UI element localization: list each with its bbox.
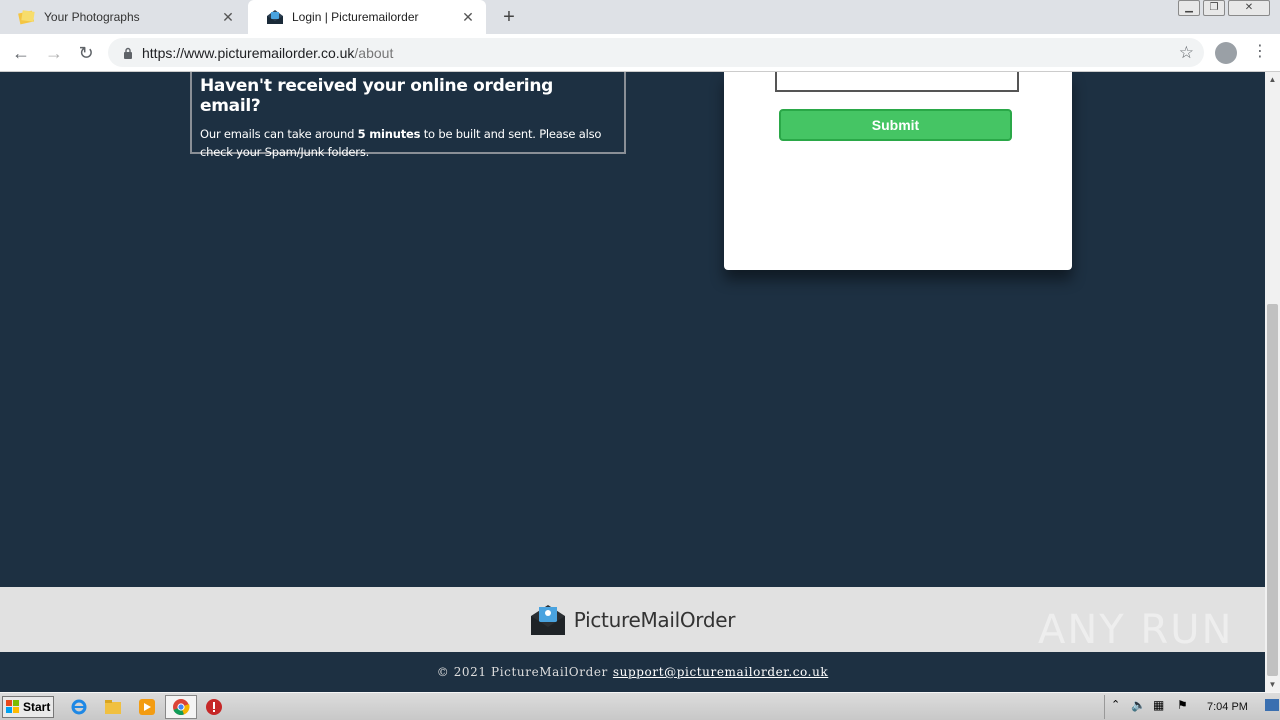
- bookmark-star-icon[interactable]: ☆: [1179, 43, 1194, 63]
- stop-sign-icon[interactable]: [205, 698, 223, 716]
- tab-title: Your Photographs: [44, 10, 140, 24]
- tab-title: Login | Picturemailorder: [292, 10, 419, 24]
- new-tab-button[interactable]: +: [498, 7, 520, 29]
- system-tray: ⌃ 🔈 ▦ ⚑: [1104, 695, 1280, 719]
- footer-copyright: © 2021 PictureMailOrder support@picturem…: [0, 652, 1265, 692]
- login-form-card: Submit: [724, 72, 1072, 270]
- volume-icon[interactable]: 🔈: [1131, 698, 1146, 712]
- url-path: /about: [354, 44, 394, 61]
- forward-arrow-icon[interactable]: →: [43, 42, 65, 64]
- url-host: https://www.picturemailorder.co.uk: [142, 44, 355, 61]
- copyright-text: © 2021 PictureMailOrder: [436, 665, 608, 679]
- photos-favicon-icon: [18, 10, 35, 25]
- address-bar[interactable]: https://www.picturemailorder.co.uk/about…: [108, 38, 1204, 67]
- network-icon[interactable]: ▦: [1153, 698, 1164, 712]
- picturemailorder-logo-icon: [530, 604, 565, 635]
- reload-icon[interactable]: ↻: [75, 42, 97, 64]
- close-tab-icon[interactable]: ✕: [460, 9, 476, 25]
- info-heading: Haven't received your online ordering em…: [200, 76, 554, 116]
- taskbar-chrome-button[interactable]: [165, 695, 197, 719]
- picturemailorder-favicon-icon: [267, 10, 283, 24]
- email-info-box: Haven't received your online ordering em…: [190, 72, 626, 159]
- anyrun-watermark: ANY RUN: [1038, 607, 1234, 653]
- lock-icon: [124, 47, 132, 59]
- internet-explorer-icon[interactable]: [70, 698, 88, 716]
- scroll-up-icon[interactable]: ▲: [1265, 72, 1280, 87]
- show-desktop-icon[interactable]: [1265, 699, 1279, 711]
- action-center-flag-icon[interactable]: ⚑: [1177, 698, 1188, 712]
- scrollbar-thumb[interactable]: [1267, 304, 1278, 676]
- brand-name: PictureMailOrder: [573, 607, 736, 632]
- submit-button[interactable]: Submit: [779, 109, 1012, 141]
- close-tab-icon[interactable]: ✕: [220, 9, 236, 25]
- media-player-icon[interactable]: [138, 698, 156, 716]
- file-explorer-icon[interactable]: [104, 698, 122, 716]
- scroll-down-icon[interactable]: ▼: [1265, 677, 1280, 692]
- profile-avatar-icon[interactable]: [1215, 42, 1237, 64]
- page-viewport: Haven't received your online ordering em…: [0, 72, 1265, 692]
- support-email-link[interactable]: support@picturemailorder.co.uk: [613, 665, 828, 679]
- chrome-icon: [173, 699, 190, 716]
- tray-expand-icon[interactable]: ⌃: [1111, 698, 1120, 711]
- tab-your-photographs[interactable]: Your Photographs ✕: [0, 0, 246, 34]
- minimize-icon[interactable]: ▁: [1178, 0, 1200, 16]
- windows-taskbar: Start ⌃ 🔈 ▦ ⚑ 7:04 PM: [0, 692, 1280, 720]
- back-arrow-icon[interactable]: ←: [10, 42, 32, 64]
- windows-flag-icon: [6, 700, 19, 713]
- restore-icon[interactable]: ❐: [1203, 0, 1225, 16]
- window-controls: ▁ ❐ ✕: [1175, 0, 1270, 16]
- tab-login-picturemailorder[interactable]: Login | Picturemailorder ✕: [248, 0, 486, 34]
- browser-menu-icon[interactable]: ⋮: [1252, 42, 1268, 64]
- login-input-field[interactable]: [775, 72, 1019, 92]
- browser-toolbar: ← → ↻ https://www.picturemailorder.co.uk…: [0, 34, 1280, 72]
- taskbar-clock: 7:04 PM: [1207, 701, 1248, 713]
- close-window-icon[interactable]: ✕: [1228, 0, 1270, 16]
- start-button[interactable]: Start: [2, 696, 54, 718]
- tab-strip: Your Photographs ✕ Login | Picturemailor…: [0, 0, 1280, 34]
- page-scrollbar[interactable]: ▲ ▼: [1265, 72, 1280, 692]
- info-text: Our emails can take around 5 minutes to …: [200, 127, 602, 159]
